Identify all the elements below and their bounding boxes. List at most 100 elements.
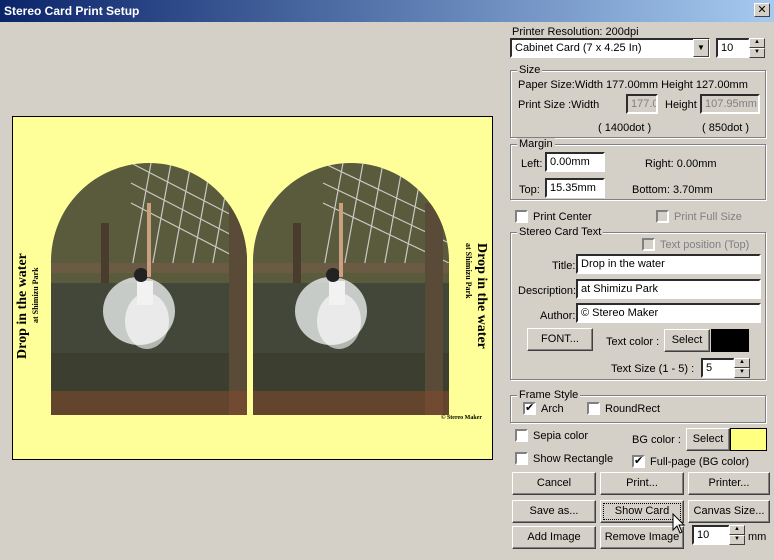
bg-color-label: BG color : [632, 434, 681, 446]
spin-down-icon[interactable]: ▼ [749, 48, 765, 58]
step-unit: mm [748, 531, 767, 543]
paper-type-value: Cabinet Card (7 x 4.25 In) [515, 42, 642, 54]
show-rectangle-label: Show Rectangle [533, 453, 614, 465]
arch-label: Arch [541, 403, 564, 415]
title-input-value: Drop in the water [581, 258, 665, 270]
margin-top-value: 15.35mm [550, 182, 596, 194]
text-size-label: Text Size (1 - 5) : [611, 363, 695, 375]
text-position-checkbox [642, 238, 655, 251]
print-width-value: 177.00mm [631, 98, 658, 110]
height-dots: ( 850dot ) [702, 122, 750, 134]
full-page-checkbox[interactable]: ✔ [632, 455, 645, 468]
printer-button[interactable]: Printer... [688, 472, 770, 495]
print-full-size-label: Print Full Size [674, 211, 742, 223]
printer-resolution: Printer Resolution: 200dpi [512, 26, 639, 38]
paper-size-text: Paper Size:Width 177.00mm Height 127.00m… [518, 79, 748, 91]
round-rect-checkbox[interactable] [587, 402, 600, 415]
card-left-description: at Shimizu Park [31, 267, 40, 323]
print-center-label: Print Center [533, 211, 592, 223]
print-height-value: 107.95mm [705, 98, 757, 110]
mouse-cursor-icon [672, 513, 686, 534]
spin-up-icon[interactable]: ▲ [734, 358, 750, 368]
description-input[interactable]: at Shimizu Park [576, 279, 761, 299]
margin-left-value: 0.00mm [550, 156, 590, 168]
author-input-value: © Stereo Maker [581, 307, 659, 319]
card-credit: © Stereo Maker [440, 415, 482, 421]
canvas-size-button[interactable]: Canvas Size... [688, 500, 770, 523]
left-image [51, 163, 247, 415]
size-group-title: Size [517, 64, 543, 76]
bg-color-swatch [730, 428, 767, 451]
window-title-bar[interactable]: Stereo Card Print Setup [0, 0, 774, 22]
margin-top-label: Top: [519, 184, 540, 196]
card-right-text: Drop in the water at Shimizu Park [464, 243, 489, 349]
close-icon: ✕ [757, 4, 767, 16]
description-label: Description: [518, 285, 577, 297]
spin-up-icon[interactable]: ▲ [729, 525, 745, 535]
left-photo-graphic [51, 163, 247, 415]
paper-type-select[interactable]: Cabinet Card (7 x 4.25 In) [510, 38, 710, 58]
print-width-field: 177.00mm [626, 94, 658, 114]
margin-right-text: Right: 0.00mm [645, 158, 717, 170]
text-size-spinner[interactable]: ▲ ▼ [734, 358, 750, 378]
step-value: 10 [697, 529, 710, 541]
print-full-size-checkbox [656, 210, 669, 223]
save-as-button[interactable]: Save as... [512, 500, 596, 523]
card-left-text: Drop in the water at Shimizu Park [15, 253, 40, 359]
text-color-select-button[interactable]: Select [664, 329, 710, 352]
chevron-down-icon: ▼ [697, 43, 705, 52]
full-page-label: Full-page (BG color) [650, 456, 750, 468]
card-left-title: Drop in the water [15, 253, 30, 359]
text-size-input[interactable]: 5 [701, 358, 735, 378]
cancel-button[interactable]: Cancel [512, 472, 596, 495]
add-image-button[interactable]: Add Image [512, 526, 596, 549]
margin-group-title: Margin [517, 138, 555, 150]
print-size-label: Print Size :Width [518, 99, 600, 111]
card-right-description: at Shimizu Park [464, 243, 473, 299]
spin-down-icon[interactable]: ▼ [734, 368, 750, 378]
show-rectangle-checkbox[interactable] [515, 452, 528, 465]
margin-top-input[interactable]: 15.35mm [545, 178, 605, 198]
arch-checkbox[interactable]: ✔ [523, 402, 536, 415]
paper-type-dropdown[interactable]: ▼ [693, 39, 709, 57]
width-dots: ( 1400dot ) [598, 122, 652, 134]
card-right-title: Drop in the water [474, 243, 489, 349]
author-label: Author: [540, 310, 576, 322]
title-label: Title: [552, 260, 576, 272]
font-button[interactable]: FONT... [527, 328, 593, 351]
spin-up-icon[interactable]: ▲ [749, 38, 765, 48]
sepia-checkbox[interactable] [515, 429, 528, 442]
print-center-checkbox[interactable] [515, 210, 528, 223]
author-input[interactable]: © Stereo Maker [576, 303, 761, 323]
text-color-label: Text color : [606, 336, 660, 348]
close-button[interactable]: ✕ [754, 3, 770, 17]
copies-value: 10 [721, 42, 734, 54]
description-input-value: at Shimizu Park [581, 283, 659, 295]
copies-input[interactable]: 10 [716, 38, 750, 58]
round-rect-label: RoundRect [605, 403, 661, 415]
frame-style-group-title: Frame Style [517, 389, 581, 401]
print-button[interactable]: Print... [600, 472, 684, 495]
window-title: Stereo Card Print Setup [4, 4, 140, 18]
margin-bottom-text: Bottom: 3.70mm [632, 184, 713, 196]
text-position-label: Text position (Top) [660, 239, 750, 251]
step-spinner[interactable]: ▲ ▼ [729, 525, 745, 545]
stereo-card-preview: Drop in the water at Shimizu Park Drop i… [12, 116, 493, 460]
margin-left-input[interactable]: 0.00mm [545, 152, 605, 172]
spin-down-icon[interactable]: ▼ [729, 535, 745, 545]
checkmark-icon: ✔ [525, 402, 535, 414]
print-height-field: 107.95mm [700, 94, 760, 114]
step-input[interactable]: 10 [692, 525, 730, 545]
text-color-swatch [711, 329, 749, 352]
right-image [253, 163, 449, 415]
right-photo-graphic [253, 163, 449, 415]
sepia-label: Sepia color [533, 430, 589, 442]
margin-left-label: Left: [521, 158, 543, 170]
card-text-group-title: Stereo Card Text [517, 226, 604, 238]
copies-spinner[interactable]: ▲ ▼ [749, 38, 765, 58]
bg-color-select-button[interactable]: Select [686, 428, 730, 451]
text-size-value: 5 [706, 362, 713, 374]
height-label: Height [665, 99, 697, 111]
checkmark-icon: ✔ [634, 455, 644, 467]
title-input[interactable]: Drop in the water [576, 254, 761, 274]
